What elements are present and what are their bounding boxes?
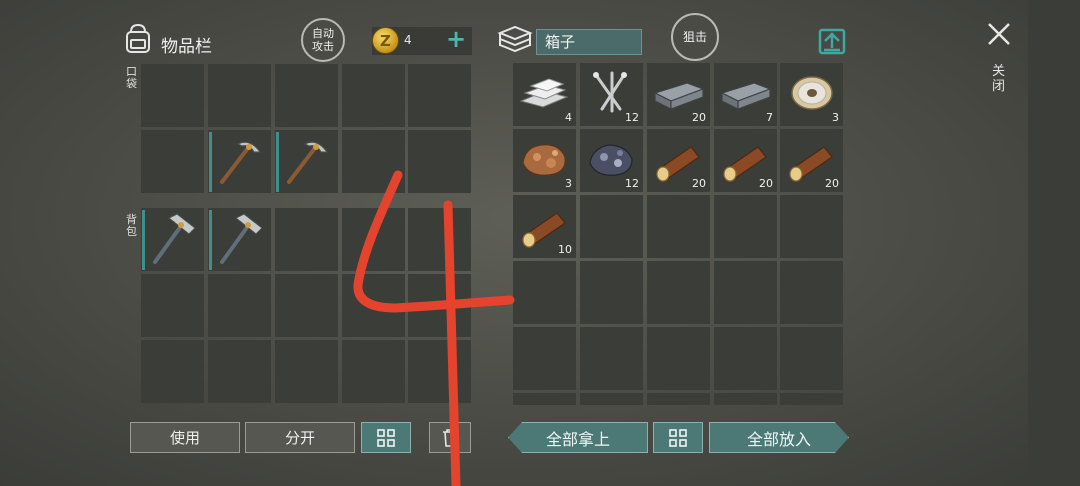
container-slot[interactable] [580, 261, 643, 324]
container-slot[interactable] [714, 393, 777, 405]
container-slot[interactable]: 3 [780, 63, 843, 126]
container-slot[interactable] [714, 327, 777, 390]
container-slot[interactable] [647, 393, 710, 405]
container-slot[interactable]: 7 [714, 63, 777, 126]
container-slot[interactable] [580, 327, 643, 390]
put-all-button[interactable]: 全部放入 [709, 422, 849, 453]
backpack-slot[interactable] [275, 208, 338, 271]
container-slot[interactable] [647, 195, 710, 258]
backpack-label: 背包 [126, 213, 137, 238]
durability-bar [142, 210, 145, 270]
durability-bar [209, 132, 212, 192]
backpack-icon [126, 23, 150, 53]
item-quantity: 12 [625, 177, 639, 190]
pocket-label: 口袋 [126, 65, 137, 90]
item-quantity: 20 [692, 111, 706, 124]
container-slot[interactable]: 4 [513, 63, 576, 126]
pocket-slot[interactable] [141, 64, 204, 127]
pocket-slot[interactable] [408, 64, 471, 127]
item-quantity: 10 [558, 243, 572, 256]
backpack-slot[interactable] [141, 274, 204, 337]
container-slot[interactable] [580, 393, 643, 405]
container-name-field[interactable]: 箱子 [536, 29, 642, 55]
backpack-slot[interactable] [141, 208, 204, 271]
sort-container-button[interactable] [653, 422, 703, 453]
pocket-slot[interactable] [342, 64, 405, 127]
item-quantity: 12 [625, 111, 639, 124]
backpack-slot[interactable] [208, 340, 271, 403]
item-quantity: 7 [766, 111, 773, 124]
close-button[interactable]: 关闭 [985, 20, 1015, 94]
container-slot[interactable] [647, 261, 710, 324]
right-panel-edge [1028, 0, 1080, 486]
container-slot[interactable] [780, 195, 843, 258]
container-icon [497, 25, 533, 53]
container-slot[interactable] [714, 195, 777, 258]
item-quantity: 20 [759, 177, 773, 190]
snipe-button[interactable]: 狙击 [671, 13, 719, 61]
durability-bar [209, 210, 212, 270]
container-slot[interactable] [580, 195, 643, 258]
annotation-number-four [353, 170, 515, 486]
grid-icon [669, 428, 687, 447]
close-icon[interactable] [985, 20, 1013, 48]
container-slot[interactable] [780, 261, 843, 324]
inventory-title: 物品栏 [161, 37, 212, 57]
item-quantity: 4 [565, 111, 572, 124]
pocket-slot[interactable] [208, 130, 271, 193]
auto-attack-button[interactable]: 自动 攻击 [301, 18, 345, 62]
container-slot[interactable] [780, 393, 843, 405]
backpack-slot[interactable] [275, 340, 338, 403]
pickaxe-icon [220, 141, 261, 184]
backpack-slot[interactable] [208, 208, 271, 271]
close-label: 关闭 [992, 64, 1006, 94]
item-quantity: 20 [825, 177, 839, 190]
container-slot[interactable] [647, 327, 710, 390]
backpack-slot[interactable] [208, 274, 271, 337]
item-quantity: 20 [692, 177, 706, 190]
container-slot[interactable]: 20 [647, 129, 710, 192]
pocket-slot[interactable] [275, 64, 338, 127]
container-slot[interactable]: 12 [580, 63, 643, 126]
pickaxe-icon [287, 141, 328, 184]
container-slot[interactable] [714, 261, 777, 324]
container-slot[interactable]: 20 [714, 129, 777, 192]
pocket-slot[interactable] [141, 130, 204, 193]
backpack-slot[interactable] [275, 274, 338, 337]
pocket-slot[interactable] [208, 64, 271, 127]
durability-bar [276, 132, 279, 192]
upload-icon[interactable] [818, 27, 846, 55]
coin-icon: Z [372, 27, 399, 54]
split-button[interactable]: 分开 [245, 422, 355, 453]
item-quantity: 3 [565, 177, 572, 190]
pocket-slot[interactable] [275, 130, 338, 193]
backpack-slot[interactable] [141, 340, 204, 403]
coin-count: 4 [404, 33, 412, 47]
use-button[interactable]: 使用 [130, 422, 240, 453]
add-coins-button[interactable]: + [446, 25, 466, 53]
container-slot[interactable] [780, 327, 843, 390]
container-slot[interactable]: 20 [647, 63, 710, 126]
item-quantity: 3 [832, 111, 839, 124]
container-slot[interactable]: 12 [580, 129, 643, 192]
hammer-icon [153, 213, 196, 264]
container-slot[interactable]: 20 [780, 129, 843, 192]
hammer-icon [220, 213, 263, 264]
